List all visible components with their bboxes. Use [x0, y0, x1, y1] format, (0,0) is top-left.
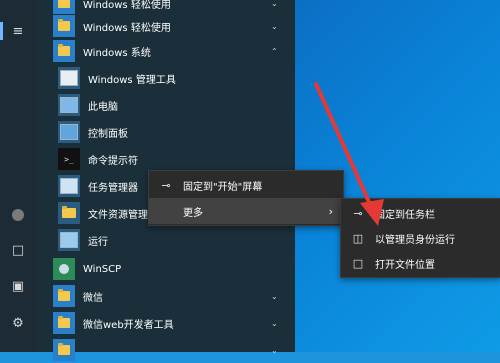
chevron-down-icon: ⌄ — [271, 291, 278, 301]
app-label: 任务管理器 — [88, 182, 138, 194]
menu-item-label: 固定到"开始"屏幕 — [183, 181, 263, 193]
app-item-admin-tools[interactable]: Windows 管理工具 — [36, 65, 295, 91]
command-prompt-icon: >_ — [58, 148, 80, 170]
run-icon — [58, 229, 80, 251]
folder-icon — [53, 339, 75, 361]
menu-item-pin-to-start[interactable]: ⊸ 固定到"开始"屏幕 — [149, 172, 343, 198]
task-manager-icon — [58, 175, 80, 197]
user-avatar-icon[interactable] — [9, 206, 27, 224]
settings-gear-icon[interactable]: ⚙ — [9, 314, 27, 332]
menu-item-label: 更多 — [183, 207, 203, 219]
folder-label: 微信web开发者工具 — [83, 319, 174, 331]
chevron-down-icon: ⌄ — [271, 0, 278, 8]
folder-icon — [53, 40, 75, 62]
menu-item-label: 打开文件位置 — [375, 259, 435, 271]
winscp-icon — [53, 258, 75, 280]
folder-label: Windows 系统 — [83, 47, 151, 59]
document-icon[interactable]: □ — [9, 241, 27, 259]
folder-label: Windows 轻松使用 — [83, 0, 171, 11]
folder-item-windows-system[interactable]: Windows 系统 ⌃ — [36, 38, 295, 64]
pin-icon: ⊸ — [161, 178, 171, 192]
menu-item-label: 以管理员身份运行 — [375, 234, 455, 246]
folder-label: 微信 — [83, 292, 103, 304]
folder-item-partial[interactable]: ⌄ — [36, 337, 295, 363]
menu-item-run-as-admin[interactable]: ◫ 以管理员身份运行 — [341, 225, 500, 251]
pin-icon: ⊸ — [353, 206, 363, 220]
chevron-up-icon: ⌃ — [271, 46, 278, 56]
folder-label: Windows 轻松使用 — [83, 22, 171, 34]
folder-icon — [53, 285, 75, 307]
admin-shield-icon: ◫ — [352, 231, 364, 245]
chevron-down-icon: ⌄ — [271, 21, 278, 31]
app-item-cmd[interactable]: >_ 命令提示符 — [36, 146, 295, 172]
start-left-rail: ≡ □ ▣ ⚙ — [0, 0, 36, 352]
app-label: 控制面板 — [88, 128, 128, 140]
file-location-icon: □ — [352, 256, 364, 270]
folder-icon — [53, 0, 75, 14]
pictures-icon[interactable]: ▣ — [9, 277, 27, 295]
admin-tools-icon — [58, 67, 80, 89]
app-item-winscp[interactable]: WinSCP — [36, 256, 295, 282]
app-label: Windows 管理工具 — [88, 74, 176, 86]
menu-item-more[interactable]: 更多 › — [149, 198, 343, 224]
chevron-right-icon: › — [328, 204, 333, 218]
app-label: 命令提示符 — [88, 155, 138, 167]
app-item-control-panel[interactable]: 控制面板 — [36, 119, 295, 145]
app-label: 运行 — [88, 236, 108, 248]
submenu-more: ⊸ 固定到任务栏 ◫ 以管理员身份运行 □ 打开文件位置 — [340, 198, 500, 278]
app-label: 此电脑 — [88, 101, 118, 113]
computer-icon — [58, 94, 80, 116]
menu-item-label: 固定到任务栏 — [375, 209, 435, 221]
app-item-this-pc[interactable]: 此电脑 — [36, 92, 295, 118]
app-label: WinSCP — [83, 263, 122, 275]
rail-accent-bar — [0, 22, 3, 40]
context-menu: ⊸ 固定到"开始"屏幕 更多 › — [148, 170, 344, 226]
control-panel-icon — [58, 121, 80, 143]
chevron-down-icon: ⌄ — [271, 318, 278, 328]
folder-icon — [53, 312, 75, 334]
folder-item-wechat[interactable]: 微信 ⌄ — [36, 283, 295, 309]
menu-item-pin-to-taskbar[interactable]: ⊸ 固定到任务栏 — [341, 200, 500, 226]
file-explorer-icon — [58, 202, 80, 224]
folder-item-wechat-devtools[interactable]: 微信web开发者工具 ⌄ — [36, 310, 295, 336]
menu-item-open-file-location[interactable]: □ 打开文件位置 — [341, 250, 500, 276]
hamburger-list-icon[interactable]: ≡ — [9, 22, 27, 40]
folder-icon — [53, 15, 75, 37]
app-item-run[interactable]: 运行 — [36, 227, 295, 253]
chevron-down-icon: ⌄ — [271, 345, 278, 355]
folder-item[interactable]: Windows 轻松使用 ⌄ — [36, 13, 295, 39]
